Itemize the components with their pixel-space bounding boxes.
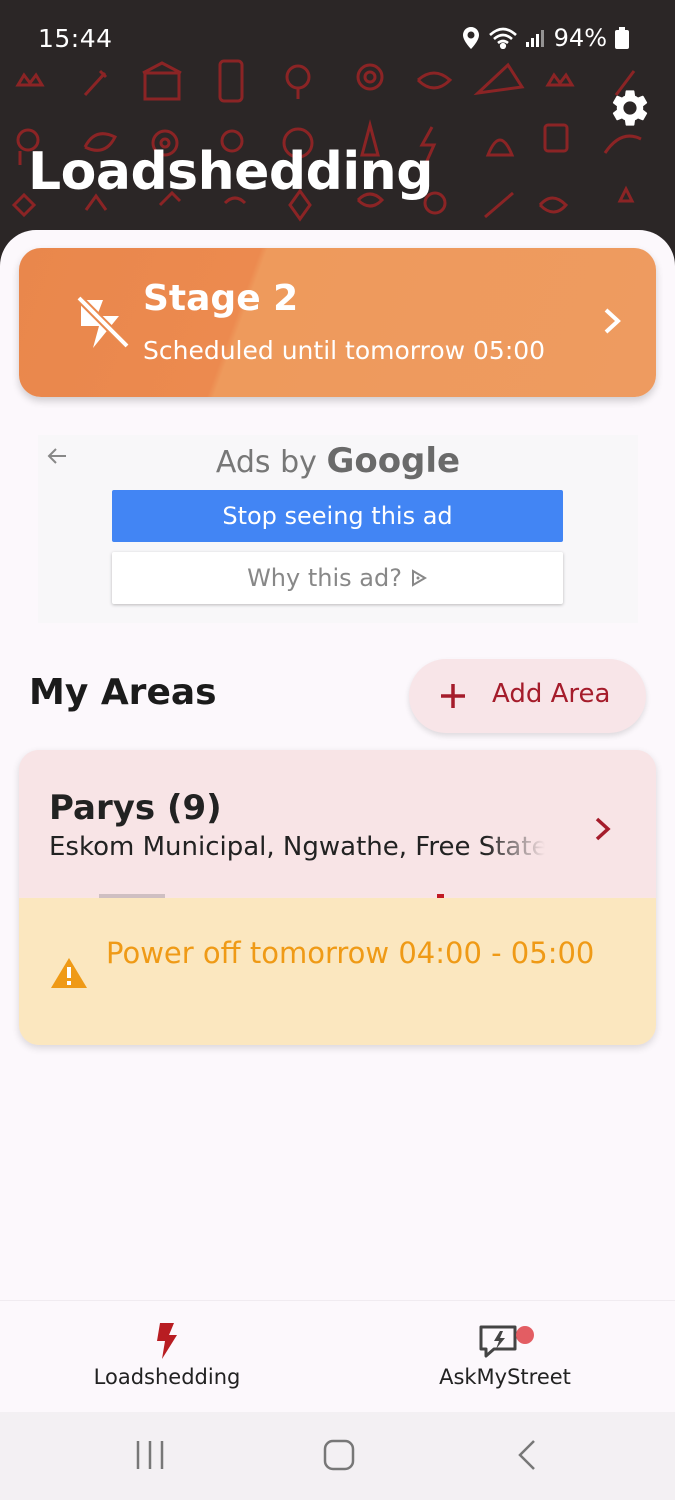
system-navigation-bar	[0, 1412, 675, 1500]
plus-icon	[441, 684, 465, 708]
notification-badge	[516, 1326, 534, 1344]
power-off-bolt-icon	[76, 295, 130, 349]
chevron-right-icon	[595, 817, 611, 841]
ads-by-google-label: Ads by Google	[38, 441, 638, 481]
google-wordmark: Google	[326, 441, 461, 481]
add-area-button[interactable]: Add Area	[409, 659, 646, 733]
battery-percent: 94%	[553, 24, 607, 52]
adchoices-icon	[411, 569, 427, 587]
location-icon	[462, 27, 479, 49]
signal-icon	[525, 30, 544, 47]
area-location: Eskom Municipal, Ngwathe, Free State	[49, 832, 545, 862]
my-areas-heading: My Areas	[29, 672, 217, 713]
stage-card[interactable]: Stage 2 Scheduled until tomorrow 05:00	[19, 248, 656, 397]
google-ad-panel: Ads by Google Stop seeing this ad Why th…	[38, 435, 638, 623]
stage-title: Stage 2	[143, 278, 299, 319]
battery-icon	[615, 27, 629, 49]
warning-triangle-icon	[51, 958, 87, 988]
stop-seeing-ad-button[interactable]: Stop seeing this ad	[112, 490, 563, 542]
bottom-navigation: Loadshedding AskMyStreet	[0, 1300, 675, 1412]
why-this-ad-button[interactable]: Why this ad?	[112, 552, 563, 604]
back-icon[interactable]	[514, 1438, 540, 1472]
settings-gear-icon[interactable]	[608, 86, 652, 130]
chat-bolt-icon	[479, 1325, 534, 1358]
ads-by-text: Ads by	[215, 445, 317, 480]
nav-item-askmystreet[interactable]: AskMyStreet	[428, 1323, 582, 1389]
stage-subtitle: Scheduled until tomorrow 05:00	[143, 336, 546, 365]
lightning-bolt-icon	[157, 1323, 177, 1359]
area-card[interactable]: Parys (9) Eskom Municipal, Ngwathe, Free…	[19, 750, 656, 1045]
wifi-icon	[488, 27, 517, 49]
status-icons: 94%	[462, 24, 629, 52]
add-area-label: Add Area	[492, 679, 611, 709]
why-this-ad-label: Why this ad?	[247, 564, 402, 592]
page-title: Loadshedding	[28, 142, 433, 202]
nav-item-loadshedding[interactable]: Loadshedding	[82, 1323, 252, 1389]
area-name: Parys (9)	[49, 788, 222, 828]
warning-text: Power off tomorrow 04:00 - 05:00	[106, 936, 595, 970]
area-header: Parys (9) Eskom Municipal, Ngwathe, Free…	[19, 750, 656, 897]
nav-label-loadshedding: Loadshedding	[93, 1365, 241, 1389]
recent-apps-icon[interactable]	[135, 1438, 165, 1472]
nav-label-askmystreet: AskMyStreet	[439, 1365, 571, 1389]
status-time: 15:44	[38, 24, 113, 53]
home-icon[interactable]	[322, 1438, 356, 1472]
chevron-right-icon	[604, 308, 621, 334]
status-bar: 15:44 94%	[0, 0, 675, 70]
power-off-warning: Power off tomorrow 04:00 - 05:00	[19, 898, 656, 1045]
